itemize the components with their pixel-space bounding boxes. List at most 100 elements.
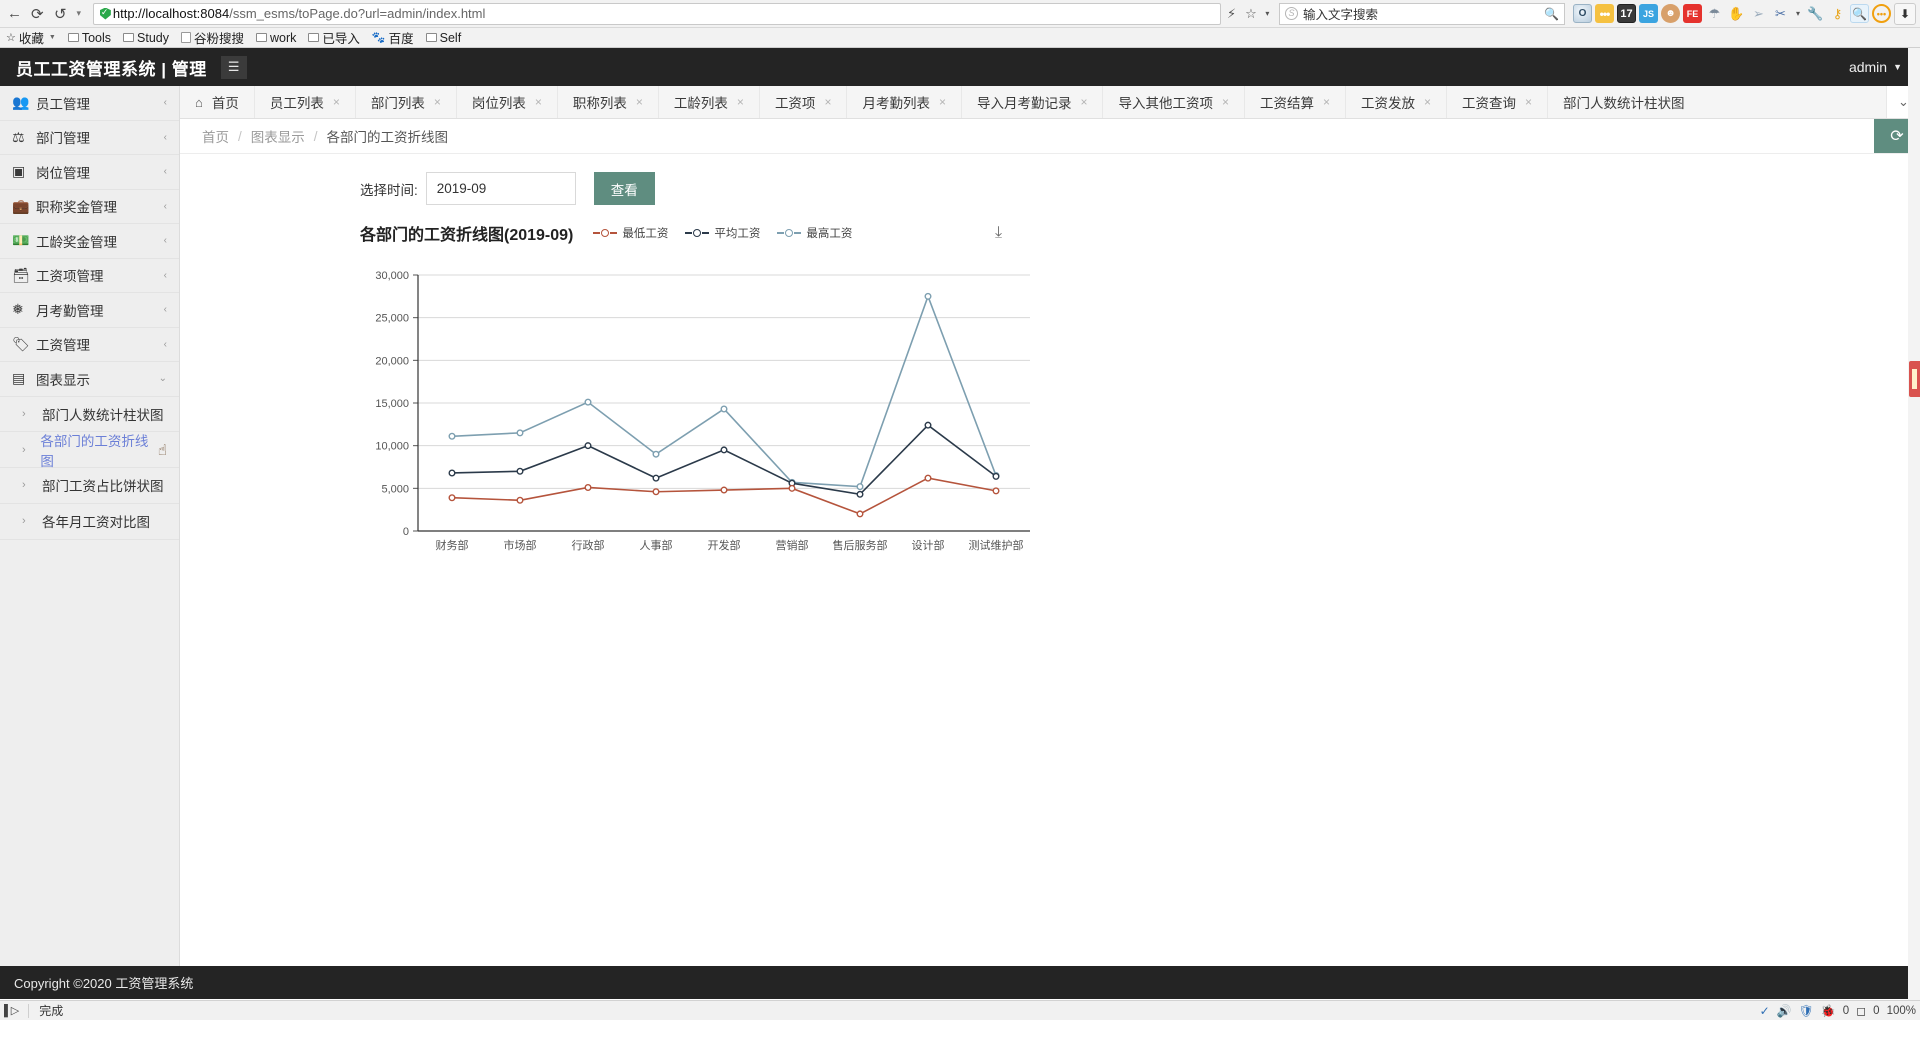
side-float-tab[interactable]: [1909, 361, 1920, 397]
tab-1[interactable]: 员工列表 ×: [255, 86, 356, 118]
history-dropdown-icon[interactable]: ▾: [73, 3, 85, 25]
reload-button[interactable]: ⟳: [27, 3, 48, 25]
close-icon[interactable]: ×: [434, 95, 441, 109]
legend-item-1[interactable]: 平均工资: [685, 225, 760, 241]
close-icon[interactable]: ×: [1080, 95, 1087, 109]
sidebar-item-dept-salary-pie[interactable]: › 部门工资占比饼状图: [0, 468, 179, 504]
more-icon[interactable]: •••: [1871, 4, 1891, 23]
breadcrumb-item-home[interactable]: 首页: [202, 126, 229, 146]
scissors-icon[interactable]: ✂: [1771, 4, 1790, 23]
sidebar-item-salary-item[interactable]: 🗃 工资项管理 ‹: [0, 258, 179, 293]
time-input[interactable]: [425, 172, 576, 205]
cursor-icon[interactable]: ➢: [1749, 4, 1768, 23]
view-button[interactable]: 查看: [593, 172, 655, 205]
bookmark-self[interactable]: Self: [425, 31, 461, 45]
lightning-icon[interactable]: ⚡: [1223, 3, 1240, 25]
sidebar-item-charts[interactable]: ▤ 图表显示 ⌄: [0, 362, 179, 397]
yellow-dots-icon[interactable]: •••: [1594, 4, 1614, 23]
parachute-icon[interactable]: ☂: [1705, 4, 1724, 23]
breadcrumb-item-charts[interactable]: 图表显示: [251, 126, 305, 146]
svg-text:营销部: 营销部: [776, 538, 809, 552]
tab-0[interactable]: ⌂ 首页: [180, 86, 255, 118]
sidebar-item-position[interactable]: ▣ 岗位管理 ‹: [0, 155, 179, 190]
sidebar-item-salary[interactable]: 🏷 工资管理 ‹: [0, 327, 179, 362]
sidebar-item-dept-headcount-bar[interactable]: › 部门人数统计柱状图: [0, 396, 179, 433]
bookmark-label: 已导入: [322, 32, 360, 46]
close-icon[interactable]: ×: [1424, 95, 1431, 109]
fe-icon[interactable]: FE: [1682, 4, 1702, 23]
back-button[interactable]: ←: [4, 3, 25, 25]
chart-title: 各部门的工资折线图(2019-09): [360, 227, 574, 244]
bookmark-tools[interactable]: Tools: [67, 30, 112, 45]
bookmark-study[interactable]: Study: [123, 31, 169, 45]
wrench-icon[interactable]: 🔧: [1806, 4, 1825, 23]
tab-4[interactable]: 职称列表 ×: [558, 86, 659, 118]
star-dropdown-icon[interactable]: ▾: [1262, 3, 1273, 25]
close-icon[interactable]: ×: [333, 95, 340, 109]
close-icon[interactable]: ×: [636, 95, 643, 109]
js-icon[interactable]: JS: [1638, 4, 1658, 23]
sidebar-item-attendance[interactable]: ❅ 月考勤管理 ‹: [0, 293, 179, 328]
folder-icon: [425, 33, 437, 42]
counter-badge-icon[interactable]: 17: [1616, 4, 1636, 23]
tab-5[interactable]: 工龄列表 ×: [659, 86, 760, 118]
tab-13[interactable]: 部门人数统计柱状图: [1548, 86, 1700, 118]
sidebar-item-department[interactable]: ⚖ 部门管理 ‹: [0, 120, 179, 155]
download-icon[interactable]: ⬇: [1893, 2, 1916, 25]
tab-7[interactable]: 月考勤列表 ×: [847, 86, 962, 118]
tab-2[interactable]: 部门列表 ×: [356, 86, 457, 118]
tab-9[interactable]: 导入其他工资项 ×: [1103, 86, 1245, 118]
tab-12[interactable]: 工资查询 ×: [1447, 86, 1549, 118]
sidebar-item-employee[interactable]: 👥 员工管理 ‹: [0, 86, 179, 121]
magnifier-icon[interactable]: 🔍: [1849, 4, 1869, 23]
download-chart-icon[interactable]: ⤓: [995, 224, 1002, 242]
bookmark-star-icon[interactable]: ☆: [1242, 3, 1259, 25]
key-icon[interactable]: ⚷: [1828, 4, 1847, 23]
hand-icon[interactable]: ✋: [1727, 4, 1746, 23]
sidebar-item-dept-salary-line[interactable]: › 各部门的工资折线图 ☝: [0, 432, 179, 469]
bookmark-imported[interactable]: 已导入: [308, 28, 360, 47]
tab-8[interactable]: 导入月考勤记录 ×: [962, 86, 1104, 118]
close-icon[interactable]: ×: [737, 95, 744, 109]
search-icon[interactable]: 🔍: [1544, 7, 1559, 21]
sidebar-item-title-bonus[interactable]: 💼 职称奖金管理 ‹: [0, 189, 179, 224]
speaker-icon[interactable]: 🔊: [1777, 1004, 1792, 1018]
legend-item-2[interactable]: 最高工资: [777, 225, 852, 241]
close-icon[interactable]: ×: [1222, 95, 1229, 109]
scissors-dropdown-icon[interactable]: ▾: [1793, 3, 1803, 25]
close-icon[interactable]: ×: [1323, 95, 1330, 109]
menu-toggle-icon[interactable]: ☰: [220, 55, 247, 79]
opera-icon[interactable]: O: [1572, 4, 1592, 23]
bookmark-work[interactable]: work: [256, 31, 296, 45]
svg-text:5,000: 5,000: [381, 483, 409, 495]
sidebar: 👥 员工管理 ‹ ⚖ 部门管理 ‹ ▣ 岗位管理 ‹ 💼 职称奖金管理 ‹ 💵: [0, 86, 180, 966]
bug-icon[interactable]: 🐞: [1821, 1004, 1836, 1018]
user-menu[interactable]: admin ▼: [1849, 48, 1902, 86]
bookmark-label: Tools: [81, 30, 112, 45]
history-button[interactable]: ↺: [50, 3, 71, 25]
monkey-icon[interactable]: ☻: [1660, 4, 1680, 23]
bookmark-baidu[interactable]: 🐾 百度: [372, 28, 414, 47]
sidebar-item-seniority-bonus[interactable]: 💵 工龄奖金管理 ‹: [0, 224, 179, 259]
tab-6[interactable]: 工资项 ×: [760, 86, 848, 118]
tab-11[interactable]: 工资发放 ×: [1346, 86, 1448, 118]
url-bar[interactable]: http://localhost:8084/ssm_esms/toPage.do…: [92, 2, 1221, 25]
play-icon[interactable]: ▌▷: [4, 1004, 19, 1017]
bookmark-gufensousou[interactable]: 谷粉搜搜: [180, 28, 244, 47]
page-icon: [180, 32, 191, 43]
page-scrollbar[interactable]: [1908, 48, 1920, 1000]
bookmark-label: 收藏: [18, 32, 44, 46]
close-icon[interactable]: ×: [535, 95, 542, 109]
browser-search-box[interactable]: S 输入文字搜索 🔍: [1278, 2, 1565, 25]
bookmark-favorites[interactable]: ☆ 收藏 ▼: [6, 28, 56, 47]
close-icon[interactable]: ×: [1525, 95, 1532, 109]
legend-item-0[interactable]: 最低工资: [593, 225, 668, 241]
tab-3[interactable]: 岗位列表 ×: [457, 86, 558, 118]
tab-10[interactable]: 工资结算 ×: [1245, 86, 1347, 118]
search-input[interactable]: 输入文字搜索: [1303, 4, 1539, 23]
sidebar-item-yearly-salary-compare[interactable]: › 各年月工资对比图: [0, 503, 179, 540]
sidebar-item-label: 月考勤管理: [36, 303, 104, 319]
shield-icon[interactable]: 🛡: [1799, 1004, 1814, 1018]
close-icon[interactable]: ×: [824, 95, 831, 109]
close-icon[interactable]: ×: [939, 95, 946, 109]
